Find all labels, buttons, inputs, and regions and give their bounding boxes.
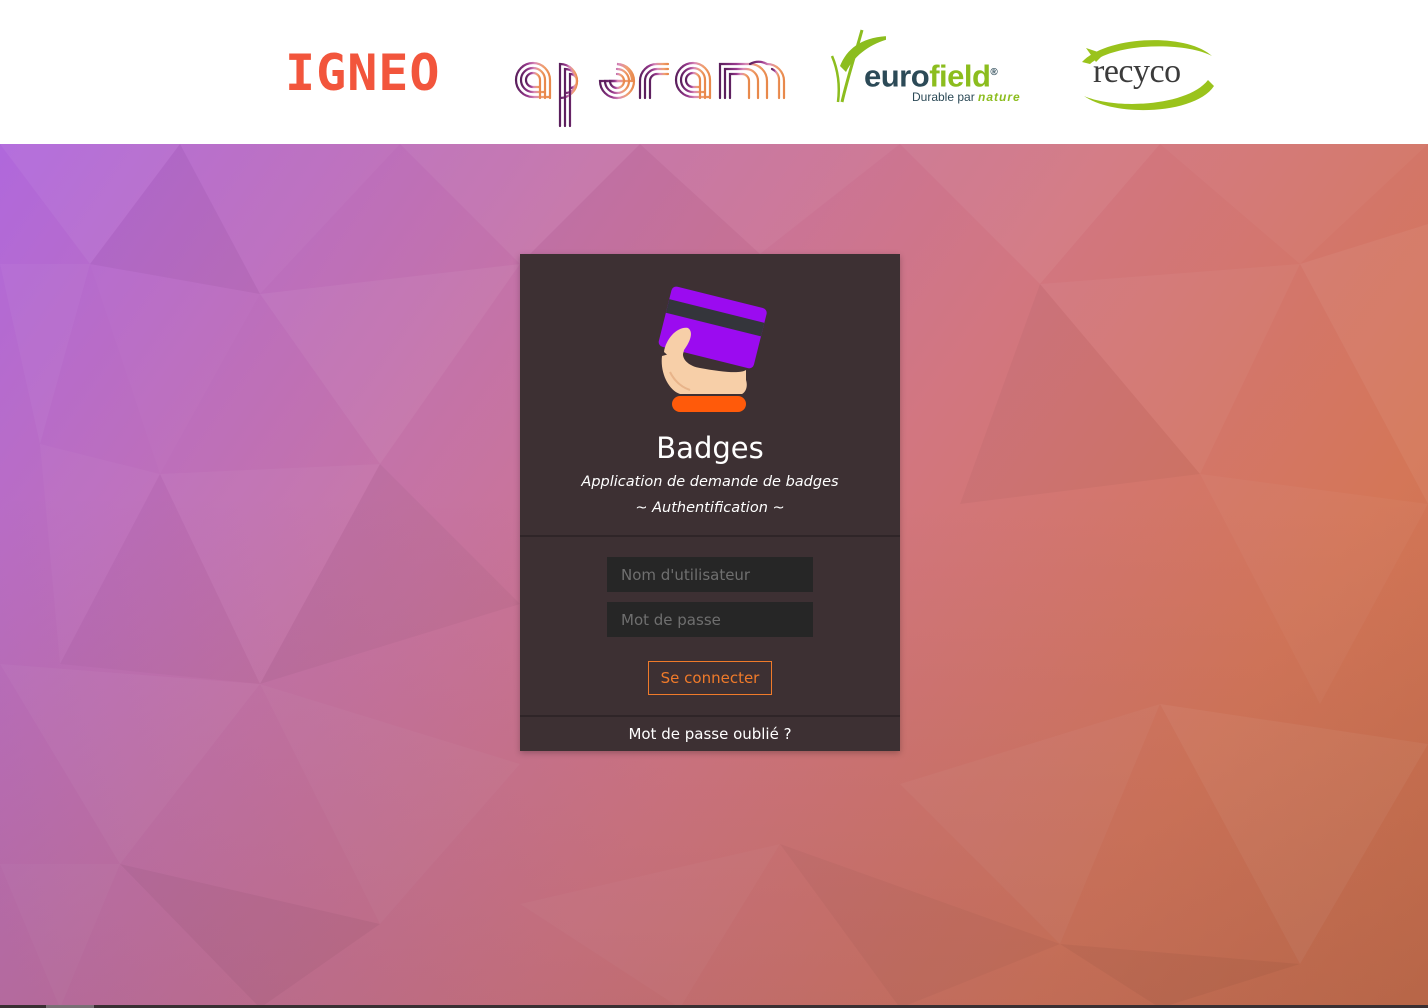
- eurofield-tagline: Durable par nature: [912, 90, 1021, 104]
- header-logo-bar: IGNEO eurofield® Durable par nature recy…: [0, 0, 1428, 144]
- card-divider-bottom: [520, 715, 900, 717]
- igneo-logo-text: IGNEO: [285, 44, 441, 102]
- hand-holding-card-icon: [650, 280, 772, 416]
- username-input[interactable]: [607, 557, 813, 592]
- registered-mark: ®: [990, 67, 998, 78]
- eurofield-wordmark: eurofield®: [864, 56, 998, 94]
- aperam-logo-graphic: [514, 60, 786, 128]
- recyco-logo: recyco: [1076, 34, 1220, 118]
- app-title: Badges: [656, 431, 764, 465]
- login-button[interactable]: Se connecter: [648, 661, 772, 695]
- eurofield-euro-text: euro: [864, 58, 930, 94]
- app-subtitle: Application de demande de badges: [581, 474, 839, 490]
- eurofield-field-text: field: [929, 58, 991, 94]
- auth-section-label: ~ Authentification ~: [635, 500, 785, 516]
- card-divider: [520, 535, 900, 537]
- igneo-logo: IGNEO: [285, 48, 461, 98]
- password-input[interactable]: [607, 602, 813, 637]
- aperam-logo: [510, 40, 790, 130]
- eurofield-logo: eurofield® Durable par nature: [826, 26, 1042, 110]
- recyco-wordmark: recyco: [1093, 53, 1181, 90]
- eurofield-tagline-prefix: Durable par: [912, 90, 975, 104]
- forgot-password-link[interactable]: Mot de passe oublié ?: [520, 723, 900, 745]
- eurofield-tagline-nature: nature: [978, 90, 1021, 104]
